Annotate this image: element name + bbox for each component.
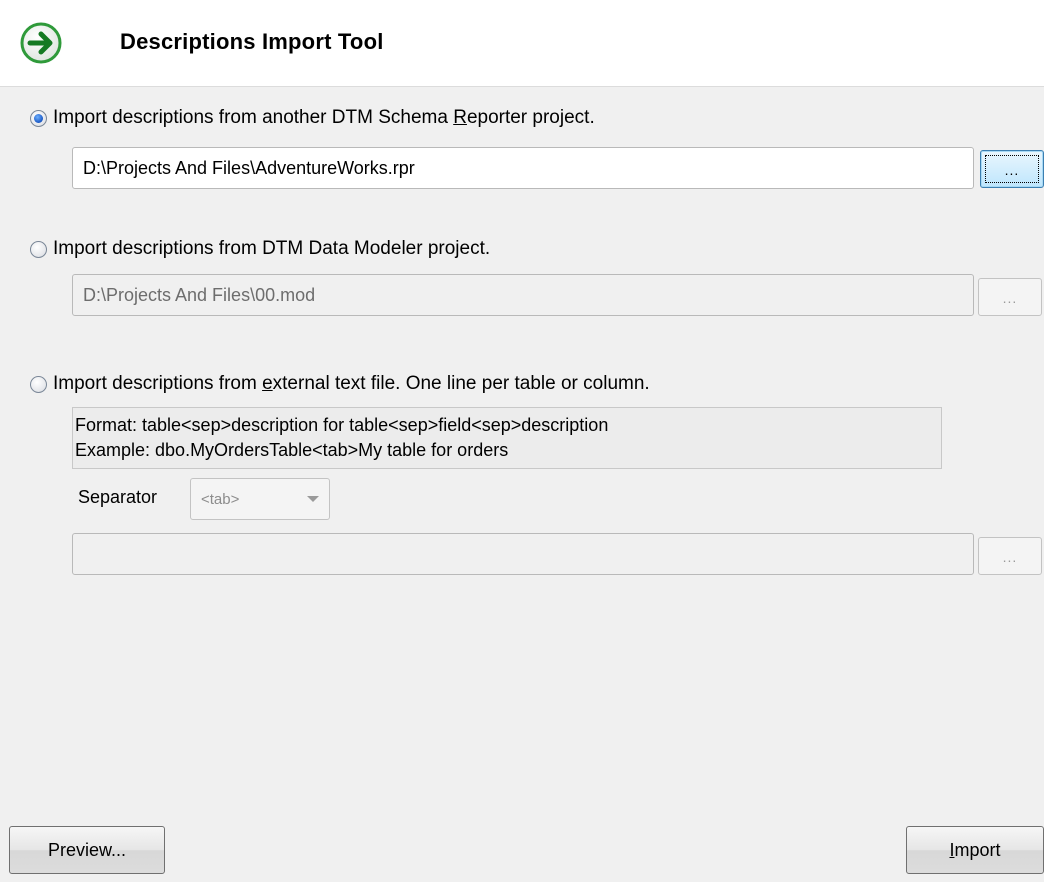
text-file-browse-button[interactable]: ... [978, 537, 1042, 575]
data-modeler-browse-button[interactable]: ... [978, 278, 1042, 316]
page-title: Descriptions Import Tool [120, 29, 384, 54]
radio-button-data-modeler[interactable] [30, 240, 47, 258]
preview-button[interactable]: Preview... [9, 826, 165, 874]
radio-option-reporter[interactable]: Import descriptions from another DTM Sch… [30, 107, 595, 129]
format-line: Format: table<sep>description for table<… [75, 415, 609, 435]
reporter-path-input[interactable]: D:\Projects And Files\AdventureWorks.rpr [72, 147, 974, 189]
reporter-browse-button[interactable]: ... [980, 150, 1044, 188]
radio-label-reporter[interactable]: Import descriptions from another DTM Sch… [53, 107, 595, 129]
format-info-box: Format: table<sep>description for table<… [72, 407, 942, 469]
chevron-down-icon [307, 496, 319, 502]
radio-option-text-file[interactable]: Import descriptions from external text f… [30, 373, 650, 395]
separator-label: Separator [78, 487, 158, 507]
example-line: Example: dbo.MyOrdersTable<tab>My table … [75, 440, 509, 460]
data-modeler-path-input[interactable]: D:\Projects And Files\00.mod [72, 274, 974, 316]
text-file-path-input[interactable] [72, 533, 974, 575]
radio-button-reporter[interactable] [30, 109, 47, 127]
header-bar: Descriptions Import Tool [0, 0, 1044, 87]
radio-label-data-modeler[interactable]: Import descriptions from DTM Data Modele… [53, 238, 490, 260]
import-button[interactable]: Import [906, 826, 1044, 874]
green-arrow-right-icon [20, 22, 62, 64]
radio-option-data-modeler[interactable]: Import descriptions from DTM Data Modele… [30, 238, 490, 260]
separator-combobox[interactable]: <tab> [190, 478, 330, 520]
radio-label-text-file[interactable]: Import descriptions from external text f… [53, 373, 650, 395]
radio-button-text-file[interactable] [30, 375, 47, 393]
